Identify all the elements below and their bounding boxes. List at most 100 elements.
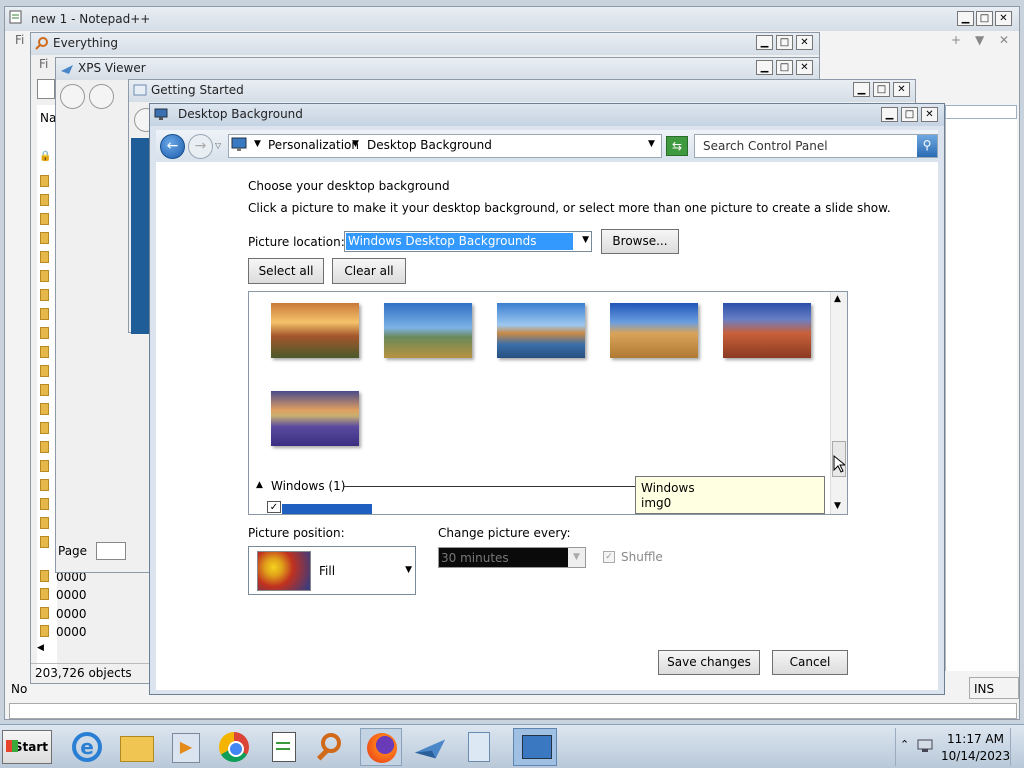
back-button[interactable]: ← (160, 134, 185, 159)
search-icon[interactable]: ⚲ (917, 135, 937, 157)
desktop-background-window[interactable]: Desktop Background ▁ □ ✕ ← → ▽ ▼ Persona… (149, 103, 945, 695)
change-picture-select[interactable]: 30 minutes ▼ (438, 547, 586, 568)
refresh-button[interactable]: ⇆ (666, 136, 688, 156)
notepad-editor[interactable] (945, 119, 1017, 671)
folder-icon (40, 194, 49, 206)
chevron-down-icon[interactable]: ▼ (405, 565, 412, 575)
browse-button[interactable]: Browse... (601, 229, 679, 254)
everything-search-input[interactable] (37, 79, 55, 99)
scroll-left-arrow[interactable]: ◀ (37, 643, 51, 657)
list-item[interactable]: 0000 (56, 588, 87, 602)
wallpaper-thumbnail[interactable] (610, 303, 698, 358)
cancel-button[interactable]: Cancel (772, 650, 848, 675)
firefox-icon[interactable] (360, 728, 402, 766)
windows-img0-thumbnail[interactable] (282, 504, 372, 514)
close-icon[interactable]: ✕ (999, 33, 1009, 47)
list-item[interactable]: 0000 (56, 607, 87, 621)
xps-page-input[interactable] (96, 542, 126, 560)
folder-icon (40, 308, 49, 320)
forward-button[interactable] (89, 84, 114, 109)
everything-search-icon[interactable] (311, 728, 353, 766)
picture-location-select[interactable]: Windows Desktop Backgrounds ▼ (344, 231, 592, 252)
close-button[interactable]: ✕ (796, 60, 813, 75)
clock-date[interactable]: 10/14/2023 (941, 749, 1010, 763)
wallpaper-thumbnail[interactable] (384, 303, 472, 358)
windows-thumbnail-checkbox[interactable]: ✓ (267, 501, 281, 513)
lock-icon: 🔒 (39, 151, 52, 162)
group-collapse-icon[interactable]: ▲ (256, 480, 263, 490)
maximize-button[interactable]: □ (976, 11, 993, 26)
page-heading: Choose your desktop background (248, 179, 450, 193)
minimize-button[interactable]: ▁ (881, 107, 898, 122)
close-button[interactable]: ✕ (893, 82, 910, 97)
wallpaper-thumbnail[interactable] (497, 303, 585, 358)
notepad-titlebar[interactable]: new 1 - Notepad++ ▁ □ ✕ (5, 7, 1019, 31)
picture-position-select[interactable]: Fill ▼ (248, 546, 416, 595)
start-button[interactable]: Start (2, 730, 52, 764)
breadcrumb-desktop-background[interactable]: Desktop Background (367, 138, 492, 152)
maximize-button[interactable]: □ (776, 60, 793, 75)
everything-status: 203,726 objects (35, 666, 132, 680)
desktop-background-titlebar[interactable]: Desktop Background ▁ □ ✕ (150, 104, 944, 126)
chevron-down-icon[interactable]: ▼ (568, 548, 585, 567)
chevron-right-icon[interactable]: ▼ (352, 139, 359, 149)
everything-menu-file[interactable]: Fi (39, 57, 48, 71)
browse-label: Browse... (612, 234, 668, 248)
internet-explorer-icon[interactable]: e (66, 728, 108, 766)
network-icon[interactable] (917, 737, 933, 753)
clock-time[interactable]: 11:17 AM (947, 732, 1004, 746)
minimize-button[interactable]: ▁ (853, 82, 870, 97)
getting-started-titlebar[interactable]: Getting Started ▁ □ ✕ (129, 80, 915, 102)
xps-titlebar[interactable]: XPS Viewer ▁ □ ✕ (56, 58, 819, 80)
notepad-plus-icon[interactable] (262, 728, 304, 766)
getting-started-icon[interactable] (458, 728, 500, 766)
select-all-button[interactable]: Select all (248, 258, 324, 284)
everything-title: Everything (53, 36, 118, 50)
column-header-name[interactable]: Na (40, 111, 56, 125)
breadcrumb-personalization[interactable]: Personalization (268, 138, 359, 152)
everything-titlebar[interactable]: Everything ▁ □ ✕ (31, 33, 819, 55)
wallpaper-thumbnail[interactable] (723, 303, 811, 358)
xps-viewer-icon[interactable] (409, 728, 451, 766)
forward-button[interactable]: → (188, 134, 213, 159)
tray-expand-icon[interactable]: ⌃ (900, 738, 909, 751)
tooltip-line: img0 (641, 496, 672, 510)
minimize-button[interactable]: ▁ (756, 35, 773, 50)
notepad-menu-file[interactable]: Fi (15, 33, 24, 47)
control-panel-icon (231, 137, 247, 151)
address-dropdown-icon[interactable]: ▼ (648, 139, 655, 149)
wallpaper-thumbnail[interactable] (271, 303, 359, 358)
minimize-button[interactable]: ▁ (957, 11, 974, 26)
scroll-down-arrow[interactable]: ▼ (834, 501, 841, 511)
maximize-button[interactable]: □ (901, 107, 918, 122)
list-item[interactable]: 0000 (56, 625, 87, 639)
scroll-up-arrow[interactable]: ▲ (834, 294, 841, 304)
close-button[interactable]: ✕ (796, 35, 813, 50)
shuffle-checkbox[interactable]: ✓ (603, 551, 615, 563)
maximize-button[interactable]: □ (873, 82, 890, 97)
search-input[interactable]: Search Control Panel (694, 134, 938, 158)
plus-icon[interactable]: + (951, 33, 961, 47)
folder-icon (40, 232, 49, 244)
chevron-down-icon[interactable]: ▽ (215, 141, 221, 150)
file-explorer-icon[interactable] (115, 728, 157, 766)
media-player-icon[interactable]: ▶ (164, 728, 206, 766)
save-changes-button[interactable]: Save changes (658, 650, 760, 675)
control-panel-icon[interactable] (513, 728, 557, 766)
chevron-down-icon[interactable]: ▼ (975, 33, 984, 47)
maximize-button[interactable]: □ (776, 35, 793, 50)
minimize-button[interactable]: ▁ (756, 60, 773, 75)
wallpaper-thumbnail[interactable] (271, 391, 359, 446)
close-button[interactable]: ✕ (921, 107, 938, 122)
chevron-right-icon[interactable]: ▼ (254, 139, 261, 149)
back-button[interactable] (60, 84, 85, 109)
save-changes-label: Save changes (667, 655, 751, 669)
show-desktop-button[interactable] (1010, 728, 1022, 766)
chevron-down-icon[interactable]: ▼ (582, 235, 589, 245)
notepad-scrollbar[interactable] (9, 703, 1017, 719)
xps-title: XPS Viewer (78, 61, 146, 75)
close-button[interactable]: ✕ (995, 11, 1012, 26)
chrome-icon[interactable] (213, 728, 255, 766)
picture-list-scrollbar[interactable] (830, 292, 847, 514)
clear-all-button[interactable]: Clear all (332, 258, 406, 284)
